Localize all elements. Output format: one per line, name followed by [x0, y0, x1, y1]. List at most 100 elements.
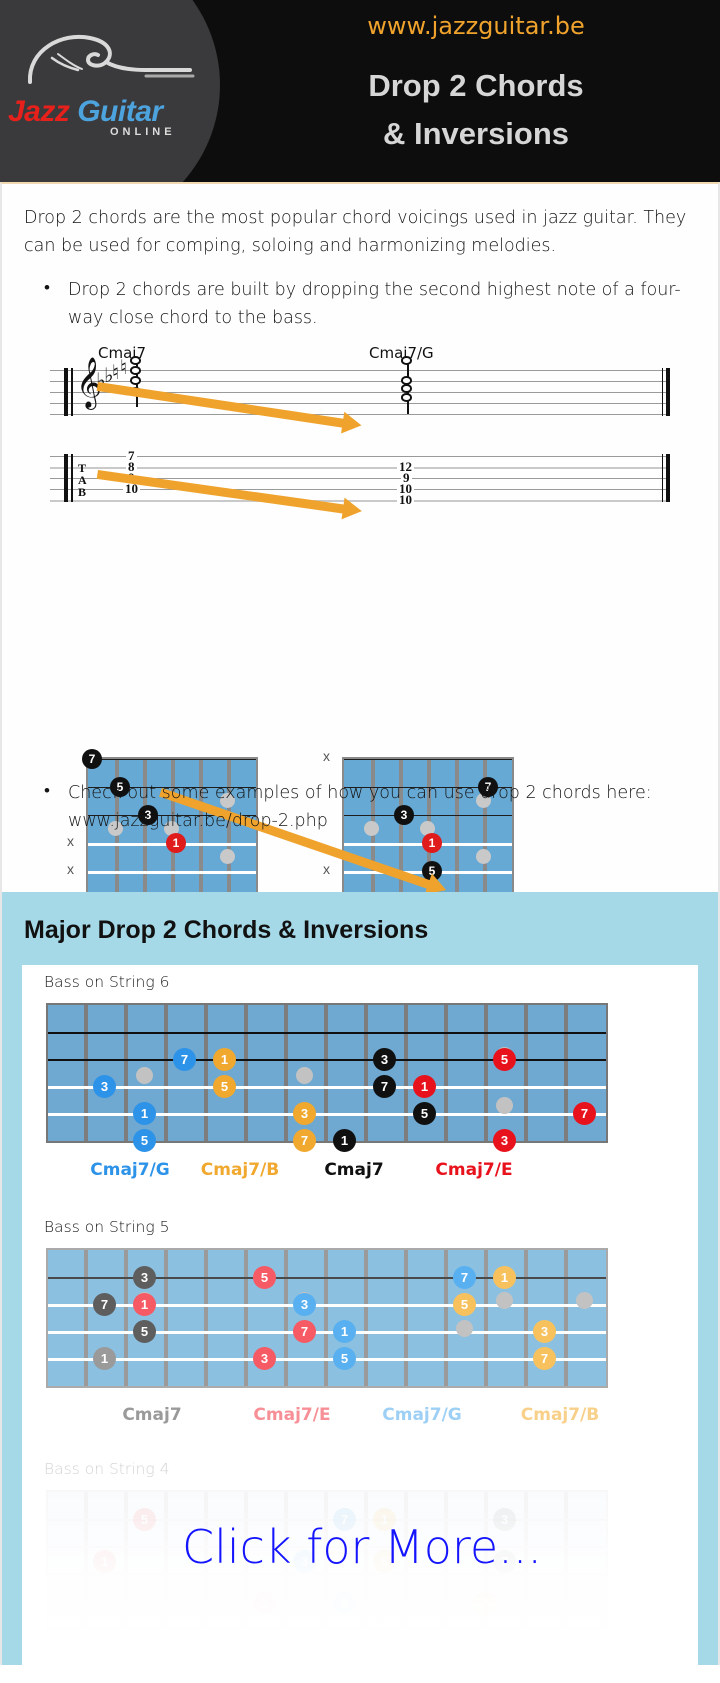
ghost-dot — [476, 849, 491, 864]
staff-line — [50, 370, 670, 371]
chord-dot: 7 — [293, 1320, 316, 1343]
fretboard-label-string6: Bass on String 6 — [44, 973, 170, 991]
tab-letter-B: B — [78, 485, 87, 499]
chord-dot: 7 — [573, 1102, 596, 1125]
page-title-line2: & Inversions — [382, 116, 570, 152]
chord-dot: 3 — [253, 1592, 276, 1615]
chord-name-label: Cmaj7/B — [520, 1405, 600, 1425]
chord-dot: 5 — [453, 1293, 476, 1316]
fretboard-string6: 7 1 3 5 3 5 7 1 1 3 5 7 5 7 1 3 — [46, 1003, 608, 1152]
barline-left — [64, 368, 68, 416]
barline-right-thin — [661, 454, 663, 502]
chord-dot: 5 — [133, 1129, 156, 1152]
section-heading: Major Drop 2 Chords & Inversions — [24, 916, 429, 944]
barline-left-thin — [71, 454, 73, 502]
staff-line — [50, 381, 670, 382]
tab-number: 10 — [123, 481, 140, 496]
ghost-dot — [496, 1097, 513, 1114]
natural-accidental-icon: ♮ — [120, 355, 128, 379]
chord-dot: 5 — [253, 1266, 276, 1289]
chord-dot: 5 — [213, 1075, 236, 1098]
notehead — [401, 393, 412, 402]
tab-line — [50, 489, 670, 490]
bullet-item-1: Drop 2 chords are built by dropping the … — [44, 275, 688, 333]
fretboards-card: Bass on String 6 7 1 3 5 3 5 7 1 1 3 5 7… — [22, 965, 698, 1665]
chord-dot: 1 — [493, 1266, 516, 1289]
chord-dot: 7 — [373, 1075, 396, 1098]
notehead — [130, 366, 141, 375]
chord-dot: 7 — [173, 1048, 196, 1071]
ghost-dot — [296, 1067, 313, 1084]
staff-line — [50, 403, 670, 404]
page-title: Drop 2 Chords & Inversions — [226, 62, 720, 158]
chord-dot: 3 — [293, 1102, 316, 1125]
ghost-dot — [456, 1320, 473, 1337]
chord-dot: 1 — [422, 833, 442, 853]
chord-dot: 7 — [533, 1347, 556, 1370]
notehead — [130, 376, 141, 385]
muted-string-x-icon: x — [323, 748, 330, 764]
page-title-line1: Drop 2 Chords — [368, 68, 584, 103]
guitar-logo-icon — [27, 34, 195, 84]
intro-panel: Drop 2 chords are the most popular chord… — [0, 182, 720, 931]
ghost-dot — [496, 1292, 513, 1309]
chord-dot: 1 — [133, 1102, 156, 1125]
string-line — [344, 759, 512, 761]
major-drop2-section: Major Drop 2 Chords & Inversions Bass on… — [0, 892, 720, 1665]
tab-line — [50, 467, 670, 469]
chord-dot: 7 — [473, 1592, 496, 1615]
muted-string-x-icon: x — [323, 861, 330, 877]
ghost-dot — [136, 1067, 153, 1084]
ghost-dot — [576, 1292, 593, 1309]
muted-string-x-icon: x — [67, 861, 74, 877]
chord-dot: 1 — [333, 1320, 356, 1343]
ghost-dot — [220, 849, 235, 864]
barline-right — [666, 368, 670, 416]
fretboard-label-string5: Bass on String 5 — [44, 1218, 170, 1236]
bullet-2-line2[interactable]: www.jazzguitar.be/drop-2.php — [68, 811, 328, 831]
chord-dot: 7 — [293, 1129, 316, 1152]
click-for-more-link[interactable]: Click for More... — [2, 1520, 720, 1574]
logo-jazz-text: Jazz — [8, 95, 70, 128]
chord-dot: 1 — [333, 1129, 356, 1152]
chord-dot: 1 — [213, 1048, 236, 1071]
chord-dot: 1 — [133, 1293, 156, 1316]
chord-name-label: Cmaj7 — [324, 1160, 384, 1180]
chord-dot: 5 — [333, 1592, 356, 1615]
tab-number: 10 — [397, 492, 414, 507]
bullet-item-2: Check out some examples of how you can u… — [44, 778, 688, 836]
muted-string-x-icon: x — [67, 833, 74, 849]
chord-dot: 5 — [133, 1320, 156, 1343]
chord-dot: 7 — [93, 1293, 116, 1316]
chord-dot: 5 — [493, 1048, 516, 1071]
music-notation: Cmaj7 Cmaj7/G 𝄞 ♭ ♭ ♮ ♮ T A B 7 8 10 12 … — [32, 344, 682, 549]
logo-online-text: ONLINE — [110, 126, 176, 138]
chord-dot: 7 — [82, 749, 102, 769]
barline-left-thin — [71, 368, 73, 416]
barline-left — [64, 454, 68, 502]
string-line — [88, 759, 256, 761]
logo-wordmark: Jazz Guitar — [8, 95, 218, 129]
fretboard-label-string4: Bass on String 4 — [44, 1460, 170, 1478]
chord-dot: 3 — [493, 1129, 516, 1152]
chord-dot: 1 — [413, 1075, 436, 1098]
chord-dot: 3 — [533, 1320, 556, 1343]
notehead — [401, 384, 412, 393]
chord-dot: 3 — [253, 1347, 276, 1370]
tab-line — [50, 456, 670, 457]
chord-name-label: Cmaj7 — [122, 1405, 182, 1425]
chord-name-label: Cmaj7/G — [382, 1405, 462, 1425]
chord-dot: 3 — [133, 1266, 156, 1289]
intro-paragraph: Drop 2 chords are the most popular chord… — [24, 208, 687, 257]
chord-dot: 7 — [453, 1266, 476, 1289]
chord-dot: 3 — [93, 1075, 116, 1098]
notehead — [401, 356, 412, 365]
chord-dot: 5 — [413, 1102, 436, 1125]
chord-dot: 5 — [333, 1347, 356, 1370]
chord-dot: 3 — [293, 1293, 316, 1316]
chord-dot: 1 — [166, 833, 186, 853]
site-url: www.jazzguitar.be — [367, 12, 585, 40]
logo-guitar-text: Guitar — [77, 95, 163, 128]
page-header: Jazz Guitar ONLINE www.jazzguitar.be Dro… — [0, 0, 720, 182]
notehead — [130, 356, 141, 365]
